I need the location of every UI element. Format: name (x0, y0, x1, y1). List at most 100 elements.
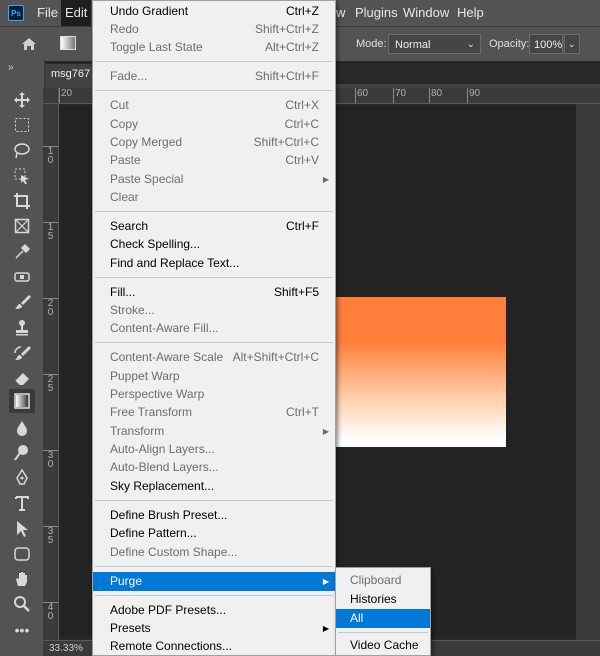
menu-file[interactable]: File (37, 0, 58, 26)
menu-item-label: Transform (110, 424, 165, 438)
menu-item-free-transform[interactable]: Free Transform Ctrl+T (93, 403, 335, 422)
ruler-tick-label: 80 (429, 88, 442, 103)
menu-item-label: Paste Special (110, 172, 184, 186)
menu-item-perspective-warp[interactable]: Perspective Warp (93, 385, 335, 404)
menu-item-cut[interactable]: Cut Ctrl+X (93, 96, 335, 115)
menu-item-copy[interactable]: Copy Ctrl+C (93, 115, 335, 134)
purge-submenu: Clipboard Histories All Video Cache (335, 567, 431, 656)
history-brush-tool-icon[interactable] (11, 343, 33, 363)
gradient-fill-area[interactable] (330, 297, 506, 447)
menu-item-auto-align-layers[interactable]: Auto-Align Layers... (93, 440, 335, 459)
eyedropper-tool-icon[interactable] (11, 242, 33, 262)
zoom-tool-icon[interactable] (11, 594, 33, 614)
menu-item-puppet-warp[interactable]: Puppet Warp (93, 367, 335, 386)
menu-item-sky-replacement[interactable]: Sky Replacement... (93, 477, 335, 496)
menu-edit[interactable]: Edit (61, 0, 92, 26)
menu-item-label: Remote Connections... (110, 639, 233, 653)
menu-item-paste[interactable]: Paste Ctrl+V (93, 151, 335, 170)
menu-item-stroke[interactable]: Stroke... (93, 301, 335, 320)
object-selection-tool-icon[interactable] (11, 166, 33, 186)
menu-item-fade[interactable]: Fade... Shift+Ctrl+F (93, 67, 335, 86)
home-icon[interactable] (20, 35, 38, 53)
edit-menu: Undo Gradient Ctrl+Z Redo Shift+Ctrl+Z T… (92, 0, 336, 656)
right-scrollbar-area[interactable] (576, 104, 600, 640)
gradient-tool-icon[interactable] (9, 389, 35, 413)
eraser-tool-icon[interactable] (11, 368, 33, 388)
marquee-tool-icon[interactable] (11, 115, 33, 135)
crop-tool-icon[interactable] (11, 191, 33, 211)
menu-item-purge[interactable]: Purge ▶ (93, 572, 335, 591)
menu-plugins[interactable]: Plugins (355, 0, 398, 26)
ruler-tick-label: 70 (393, 88, 406, 103)
path-selection-tool-icon[interactable] (11, 519, 33, 539)
hand-tool-icon[interactable] (11, 569, 33, 589)
gradient-preset-icon[interactable] (60, 36, 76, 50)
menu-item-label: Perspective Warp (110, 387, 205, 401)
menu-help[interactable]: Help (457, 0, 484, 26)
menu-item-label: Define Pattern... (110, 526, 197, 540)
opacity-input[interactable]: 100% (529, 34, 563, 54)
lasso-tool-icon[interactable] (11, 141, 33, 161)
brush-tool-icon[interactable] (11, 292, 33, 312)
menu-window[interactable]: Window (403, 0, 449, 26)
menu-item-redo[interactable]: Redo Shift+Ctrl+Z (93, 20, 335, 39)
move-tool-icon[interactable] (11, 90, 33, 110)
collapse-panel-icon[interactable]: » (8, 62, 14, 73)
document-tab[interactable]: msg767 (45, 64, 95, 84)
menu-item-find-replace[interactable]: Find and Replace Text... (93, 254, 335, 273)
submenu-arrow-icon: ▶ (322, 624, 329, 633)
submenu-item-all[interactable]: All (336, 609, 430, 628)
zoom-level[interactable]: 33.33% (49, 641, 83, 656)
menu-item-label: Paste (110, 153, 141, 167)
menu-item-label: Copy (110, 117, 139, 131)
vertical-ruler[interactable]: 1 0 1 5 2 0 2 5 3 0 3 5 4 0 (43, 104, 59, 640)
menu-item-undo[interactable]: Undo Gradient Ctrl+Z (93, 2, 335, 21)
menu-item-fill[interactable]: Fill... Shift+F5 (93, 283, 335, 302)
menu-item-shortcut: Ctrl+T (286, 405, 319, 419)
frame-tool-icon[interactable] (11, 216, 33, 236)
menu-separator (95, 90, 333, 91)
menu-item-paste-special[interactable]: Paste Special ▶ (93, 170, 335, 189)
menu-item-auto-blend-layers[interactable]: Auto-Blend Layers... (93, 458, 335, 477)
spot-healing-brush-icon[interactable] (11, 267, 33, 287)
more-tools-icon[interactable]: ••• (11, 620, 33, 640)
menu-item-search[interactable]: Search Ctrl+F (93, 217, 335, 236)
menu-item-define-custom-shape[interactable]: Define Custom Shape... (93, 543, 335, 562)
menu-item-shortcut: Alt+Ctrl+Z (264, 40, 319, 54)
clone-stamp-tool-icon[interactable] (11, 318, 33, 338)
mode-select[interactable]: Normal ⌄ (388, 34, 481, 54)
submenu-item-histories[interactable]: Histories (336, 590, 430, 609)
menu-item-label: Redo (110, 22, 139, 36)
type-tool-icon[interactable] (11, 493, 33, 513)
submenu-item-clipboard[interactable]: Clipboard (336, 571, 430, 590)
menu-item-adobe-pdf-presets[interactable]: Adobe PDF Presets... (93, 601, 335, 620)
menu-item-label: Purge (110, 574, 143, 588)
submenu-item-video-cache[interactable]: Video Cache (336, 636, 430, 655)
menu-item-check-spelling[interactable]: Check Spelling... (93, 235, 335, 254)
opacity-dropdown[interactable]: ⌄ (564, 34, 580, 54)
rectangle-tool-icon[interactable] (11, 544, 33, 564)
blur-tool-icon[interactable] (11, 418, 33, 438)
menu-view[interactable]: w (336, 0, 345, 26)
menu-item-transform[interactable]: Transform ▶ (93, 422, 335, 441)
menu-item-content-aware-scale[interactable]: Content-Aware Scale Alt+Shift+Ctrl+C (93, 348, 335, 367)
photoshop-logo-icon[interactable]: Ps (8, 5, 24, 21)
pen-tool-icon[interactable] (11, 468, 33, 488)
menu-item-toggle-last-state[interactable]: Toggle Last State Alt+Ctrl+Z (93, 38, 335, 57)
menu-item-shortcut: Ctrl+X (285, 98, 319, 112)
menu-separator (95, 277, 333, 278)
menu-item-define-pattern[interactable]: Define Pattern... (93, 524, 335, 543)
menu-item-presets[interactable]: Presets ▶ (93, 619, 335, 638)
menu-item-shortcut: Ctrl+Z (286, 4, 319, 18)
dodge-tool-icon[interactable] (11, 443, 33, 463)
menu-item-remote-connections[interactable]: Remote Connections... (93, 637, 335, 656)
menu-item-label: Define Brush Preset... (110, 508, 228, 522)
menu-separator (95, 500, 333, 501)
menu-item-content-aware-fill[interactable]: Content-Aware Fill... (93, 319, 335, 338)
submenu-item-label: Video Cache (350, 638, 419, 652)
ruler-tick-label: 90 (467, 88, 480, 103)
menu-item-define-brush-preset[interactable]: Define Brush Preset... (93, 506, 335, 525)
menu-item-label: Undo Gradient (110, 4, 189, 18)
menu-item-clear[interactable]: Clear (93, 188, 335, 207)
menu-item-copy-merged[interactable]: Copy Merged Shift+Ctrl+C (93, 133, 335, 152)
